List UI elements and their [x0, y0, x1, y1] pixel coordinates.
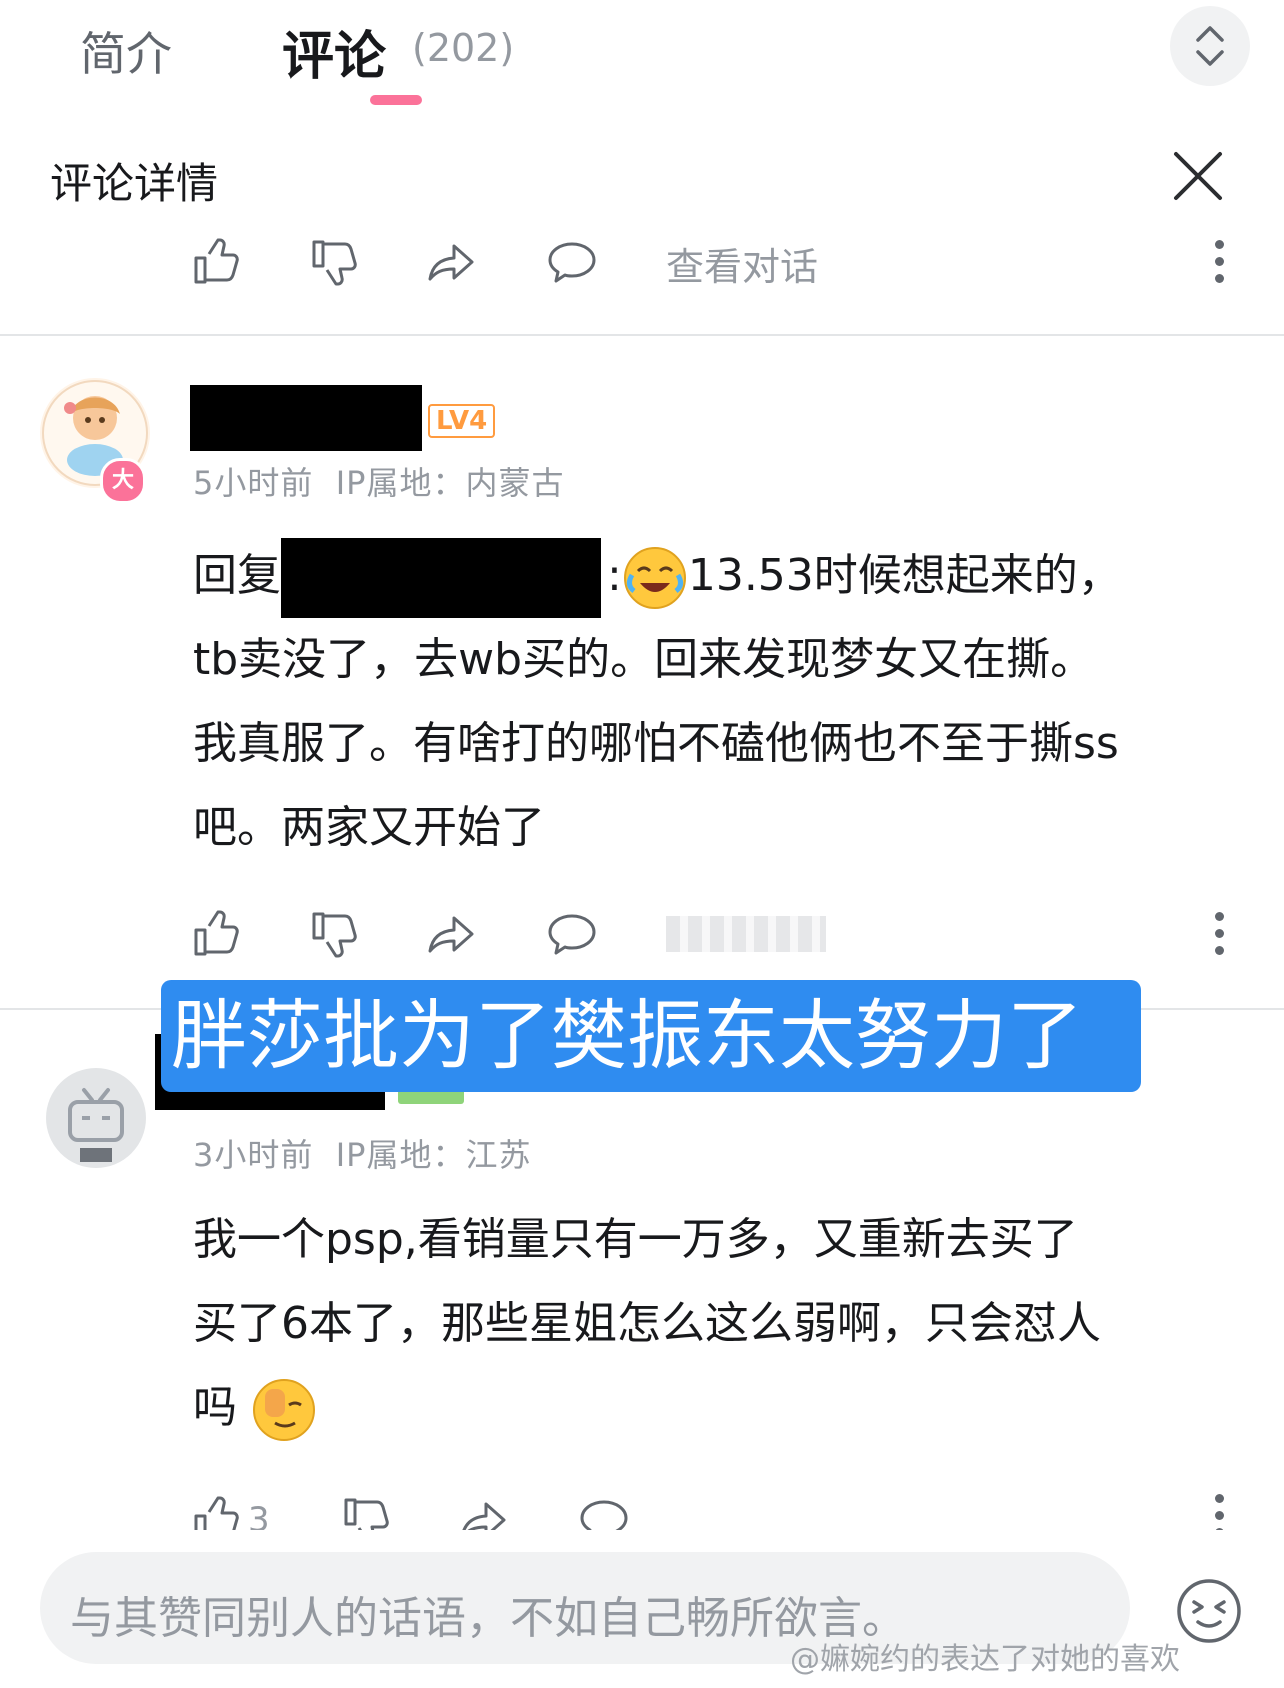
- comment-line: 回复: 13.53时候想起来的，: [193, 534, 1253, 618]
- comment-line: 买了6本了，那些星姐怎么这么弱啊，只会怼人: [193, 1298, 1101, 1349]
- thumbs-up-icon[interactable]: [190, 236, 242, 288]
- share-icon[interactable]: [426, 236, 478, 288]
- close-icon: [1174, 152, 1222, 200]
- more-options-icon[interactable]: [1213, 240, 1225, 284]
- comment-time: 3小时前: [193, 1136, 314, 1174]
- reply-icon[interactable]: [546, 908, 598, 960]
- default-avatar-tv-icon: [68, 1088, 124, 1162]
- comment-actions: [0, 902, 1284, 962]
- comment-ip: IP属地：江苏: [335, 1136, 532, 1174]
- comment-line: 吧。两家又开始了: [193, 802, 545, 853]
- divider: [0, 334, 1284, 336]
- comment-line: tb卖没了，去wb买的。回来发现梦女又在撕。: [193, 634, 1095, 685]
- thumbs-down-icon[interactable]: [308, 908, 360, 960]
- comment-meta: 5小时前 IP属地：内蒙古: [193, 458, 564, 504]
- comment-ip: IP属地：内蒙古: [335, 464, 565, 502]
- comment-text: 13.53时候想起来的，: [687, 550, 1122, 601]
- share-icon[interactable]: [426, 908, 478, 960]
- root-comment-actions: 查看对话: [0, 230, 1284, 290]
- facepalm-emoji-icon: [253, 1379, 315, 1441]
- more-options-icon[interactable]: [1213, 912, 1225, 956]
- thumbs-up-icon[interactable]: [190, 908, 242, 960]
- expand-collapse-button[interactable]: [1170, 6, 1250, 86]
- avatar[interactable]: [46, 1068, 146, 1168]
- comment-detail-title: 评论详情: [50, 159, 219, 208]
- overlay-caption: 胖莎批为了樊振东太努力了: [161, 980, 1141, 1092]
- reply-prefix: 回复: [193, 550, 281, 601]
- redacted-reply-target: [281, 538, 601, 618]
- comment-line: 我真服了。有啥打的哪怕不磕他俩也不至于撕ss: [193, 718, 1119, 769]
- laugh-cry-emoji-icon: [623, 547, 686, 609]
- blurred-link: [666, 916, 826, 952]
- close-button[interactable]: [1170, 148, 1226, 204]
- comment-line: 吗: [193, 1366, 1253, 1450]
- chevron-up-down-icon: [1196, 26, 1224, 66]
- comment-body: 回复: 13.53时候想起来的， tb卖没了，去wb买的。回来发现梦女又在撕。 我…: [193, 534, 1253, 870]
- comment-input-placeholder: 与其赞同别人的话语，不如自己畅所欲言。: [70, 1593, 906, 1644]
- level-badge: LV4: [428, 404, 496, 438]
- redacted-username: [190, 385, 422, 451]
- comments-count: (202): [412, 26, 515, 70]
- tab-intro[interactable]: 简介: [80, 18, 172, 84]
- reply-icon[interactable]: [546, 236, 598, 288]
- comment-line: 我一个psp,看销量只有一万多，又重新去买了: [193, 1214, 1078, 1265]
- colon: :: [607, 550, 622, 601]
- active-tab-indicator: [370, 95, 422, 105]
- view-conversation-link[interactable]: 查看对话: [666, 236, 818, 291]
- watermark: @嫲婉约的表达了对她的喜欢: [790, 1642, 1180, 1677]
- emoji-button[interactable]: [1174, 1576, 1244, 1646]
- tab-comments[interactable]: 评论: [282, 14, 386, 89]
- comment-meta: 3小时前 IP属地：江苏: [193, 1130, 531, 1176]
- comment-body: 我一个psp,看销量只有一万多，又重新去买了 买了6本了，那些星姐怎么这么弱啊，…: [193, 1198, 1253, 1450]
- emoji-face-icon: [1177, 1579, 1241, 1643]
- comment-time: 5小时前: [193, 464, 314, 502]
- thumbs-down-icon[interactable]: [308, 236, 360, 288]
- comment-text: 吗: [193, 1382, 237, 1433]
- vip-badge: 大: [100, 458, 146, 504]
